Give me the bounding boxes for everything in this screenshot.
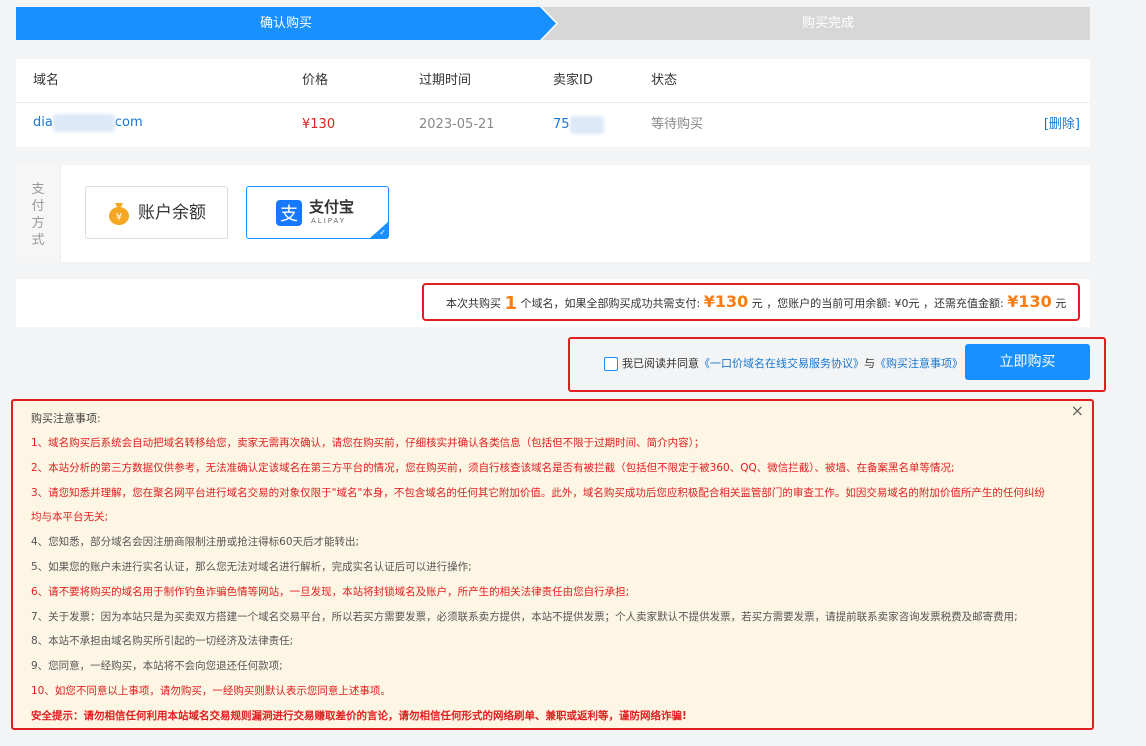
domain-count: 1: [504, 293, 518, 314]
header-expire: 过期时间: [419, 73, 472, 88]
pay-option-balance[interactable]: ¥ 账户余额: [85, 186, 228, 239]
recharge-amount: ¥130: [1007, 292, 1052, 311]
notice-item: 2、本站分析的第三方数据仅供参考，无法准确认定该域名在第三方平台的情况，您在购买…: [31, 461, 955, 474]
summary-text: 本次共购买: [446, 297, 501, 310]
notice-item: 8、本站不承担由域名购买所引起的一切经济及法律责任;: [31, 635, 294, 648]
notice-item: 3、请您知悉并理解，您在聚名网平台进行域名交易的对象仅限于"域名"本身，不包含域…: [31, 486, 1045, 499]
notice-item: 均与本平台无关;: [31, 511, 109, 524]
wallet-icon: ¥: [109, 203, 129, 225]
step-confirm-purchase-label: 确认购买: [259, 16, 312, 31]
domain-suffix: com: [114, 115, 143, 130]
pay-option-alipay[interactable]: 支 支付宝 ALIPAY ✓: [246, 186, 389, 239]
seller-id-link[interactable]: 75: [553, 103, 604, 147]
payment-method-panel: 支 付 方 式 ¥ 账户余额 支 支付宝 ALIPAY ✓: [16, 165, 1090, 262]
domain-prefix: dia: [33, 115, 53, 130]
alipay-icon: 支: [276, 200, 302, 226]
redacted-mask: [52, 113, 115, 132]
notice-title: 购买注意事项:: [31, 412, 101, 425]
payment-method-label: 支 付 方 式: [16, 165, 61, 262]
agreement-link-notice[interactable]: 《购买注意事项》: [875, 357, 963, 370]
summary-text: 个域名，如果全部购买成功共需支付:: [520, 297, 701, 310]
step-purchase-complete-label: 购买完成: [801, 16, 854, 31]
notice-item: 5、如果您的账户未进行实名认证，那么您无法对域名进行解析，完成实名认证后可以进行…: [31, 560, 472, 573]
header-price: 价格: [302, 73, 329, 88]
step-purchase-complete: 购买完成: [536, 7, 1090, 40]
svg-text:¥: ¥: [116, 212, 122, 223]
svg-text:支: 支: [280, 204, 298, 225]
total-amount: ¥130: [703, 292, 749, 311]
notice-list: 1、域名购买后系统会自动把域名转移给您，卖家无需再次确认，请您在购买前，仔细核实…: [31, 431, 1076, 729]
expire-date: 2023-05-21: [419, 117, 495, 132]
agreement-link-service[interactable]: 《一口价域名在线交易服务协议》: [699, 357, 864, 370]
delete-link[interactable]: [删除]: [1044, 103, 1080, 147]
step-confirm-purchase: 确认购买: [16, 7, 556, 40]
agree-checkbox[interactable]: [604, 357, 618, 371]
notice-item: 7、关于发票：因为本站只是为买卖双方搭建一个域名交易平台，所以若买方需要发票，必…: [31, 610, 1018, 623]
redacted-mask: [569, 115, 604, 134]
buy-now-button[interactable]: 立即购买: [965, 344, 1090, 380]
payment-summary: 本次共购买 1 个域名，如果全部购买成功共需支付: ¥130 元 ，您账户的当前…: [16, 279, 1090, 327]
header-domain: 域名: [33, 73, 60, 88]
label-char: 付: [31, 199, 45, 214]
notice-item: 9、您同意，一经购买，本站将不会向您退还任何款项;: [31, 660, 283, 673]
selected-check-icon: ✓: [370, 222, 388, 238]
order-table: 域名 价格 过期时间 卖家ID 状态 dia com ¥130 2023-05-2…: [16, 59, 1090, 147]
notice-item: 4、您知悉，部分域名会因注册商限制注册或抢注得标60天后才能转出;: [31, 536, 360, 549]
seller-id-prefix: 75: [553, 117, 570, 132]
notice-item: 6、请不要将购买的域名用于制作钓鱼诈骗色情等网站，一旦发现，本站将封锁域名及账户…: [31, 585, 630, 598]
table-row: dia com ¥130 2023-05-21 75 等待购买 [删除]: [16, 103, 1090, 147]
balance-label: 账户余额: [138, 203, 206, 223]
purchase-notice: × 购买注意事项: 1、域名购买后系统会自动把域名转移给您，卖家无需再次确认，请…: [11, 399, 1094, 730]
label-char: 式: [31, 233, 45, 248]
status-text: 等待购买: [651, 117, 704, 132]
agreement-text: 我已阅读并同意《一口价域名在线交易服务协议》与《购买注意事项》: [622, 354, 963, 374]
header-status: 状态: [651, 73, 678, 88]
summary-box: 本次共购买 1 个域名，如果全部购买成功共需支付: ¥130 元 ，您账户的当前…: [422, 283, 1080, 321]
notice-item: 10、如您不同意以上事项，请勿购买，一经购买则默认表示您同意上述事项。: [31, 684, 391, 697]
security-tip: 安全提示：请勿相信任何利用本站域名交易规则漏洞进行交易赚取差价的言论，请勿相信任…: [31, 709, 687, 722]
header-seller-id: 卖家ID: [553, 73, 593, 88]
domain-link[interactable]: dia com: [33, 103, 143, 143]
progress-steps: 购买完成 确认购买: [16, 7, 1090, 40]
alipay-label: 支付宝: [309, 198, 355, 216]
agree-and: 与: [864, 357, 875, 370]
close-icon[interactable]: ×: [1071, 401, 1084, 420]
alipay-sublabel: ALIPAY: [311, 217, 347, 225]
label-char: 支: [31, 182, 45, 197]
notice-item: 1、域名购买后系统会自动把域名转移给您，卖家无需再次确认，请您在购买前，仔细核实…: [31, 437, 705, 449]
table-header: 域名 价格 过期时间 卖家ID 状态: [16, 59, 1090, 103]
summary-text: 元 ，您账户的当前可用余额: ¥0元 ，还需充值金额:: [751, 297, 1004, 310]
summary-text: 元: [1055, 297, 1067, 310]
price-value: ¥130: [302, 117, 336, 132]
label-char: 方: [31, 216, 45, 231]
agreement-bar: 我已阅读并同意《一口价域名在线交易服务协议》与《购买注意事项》 立即购买: [568, 337, 1106, 392]
agree-text: 我已阅读并同意: [622, 357, 699, 370]
